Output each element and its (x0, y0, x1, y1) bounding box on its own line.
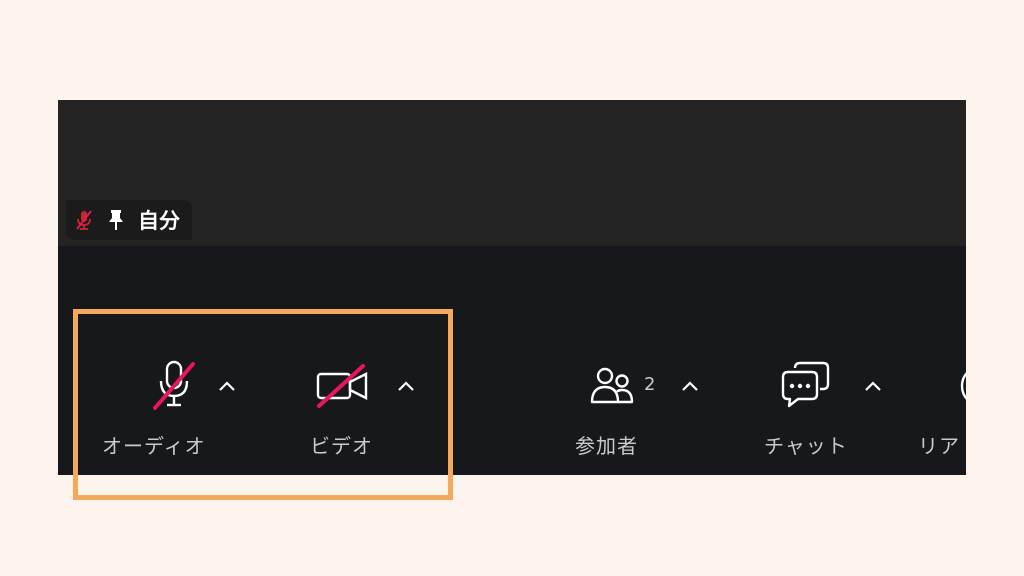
reactions-control[interactable]: リア (918, 358, 966, 468)
reaction-icon[interactable] (958, 362, 966, 410)
chat-icon[interactable] (780, 360, 832, 410)
chat-options-chevron-up-icon[interactable] (861, 374, 885, 398)
chat-label: チャット (764, 434, 848, 458)
mic-off-icon (72, 208, 96, 232)
chat-control[interactable]: チャット (758, 358, 908, 468)
pin-icon[interactable] (104, 208, 128, 232)
participants-control[interactable]: 2 参加者 (568, 358, 718, 468)
people-icon[interactable] (588, 362, 636, 410)
participants-options-chevron-up-icon[interactable] (678, 374, 702, 398)
highlight-box (73, 309, 453, 500)
reactions-label: リア (918, 434, 960, 458)
self-name-label: 自分 (138, 209, 180, 233)
participants-label: 参加者 (575, 434, 638, 458)
participant-count: 2 (644, 374, 656, 395)
self-video-tile[interactable]: 自分 (58, 100, 966, 246)
self-name-tag: 自分 (66, 200, 192, 240)
